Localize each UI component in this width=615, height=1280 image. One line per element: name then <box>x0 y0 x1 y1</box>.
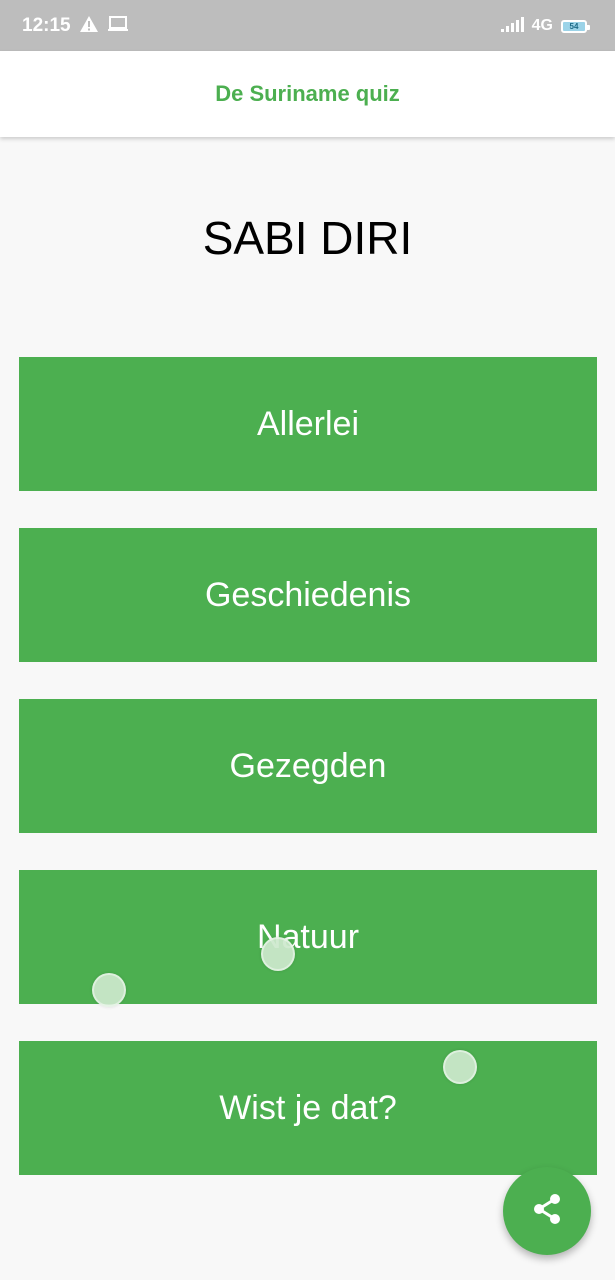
share-button[interactable] <box>503 1167 591 1255</box>
status-left-group: 12:15 <box>22 14 129 38</box>
touch-indicator <box>92 973 126 1007</box>
category-button-wist-je-dat[interactable]: Wist je dat? <box>19 1041 597 1175</box>
battery-icon: 54 <box>561 19 590 33</box>
status-bar: 12:15 4G 54 <box>0 0 615 51</box>
signal-icon <box>500 15 524 38</box>
app-bar: De Suriname quiz <box>0 51 615 137</box>
app-title: De Suriname quiz <box>215 81 400 106</box>
network-type: 4G <box>531 17 553 34</box>
category-button-allerlei[interactable]: Allerlei <box>19 357 597 491</box>
page-heading: SABI DIRI <box>202 212 413 264</box>
status-right-group: 4G 54 <box>500 14 590 38</box>
category-button-geschiedenis[interactable]: Geschiedenis <box>19 528 597 662</box>
warning-icon <box>79 15 99 38</box>
status-time: 12:15 <box>22 15 71 36</box>
battery-level: 54 <box>569 21 579 31</box>
share-icon <box>529 1191 565 1232</box>
touch-indicator <box>443 1050 477 1084</box>
category-button-gezegden[interactable]: Gezegden <box>19 699 597 833</box>
laptop-icon <box>107 15 129 38</box>
touch-indicator <box>261 937 295 971</box>
